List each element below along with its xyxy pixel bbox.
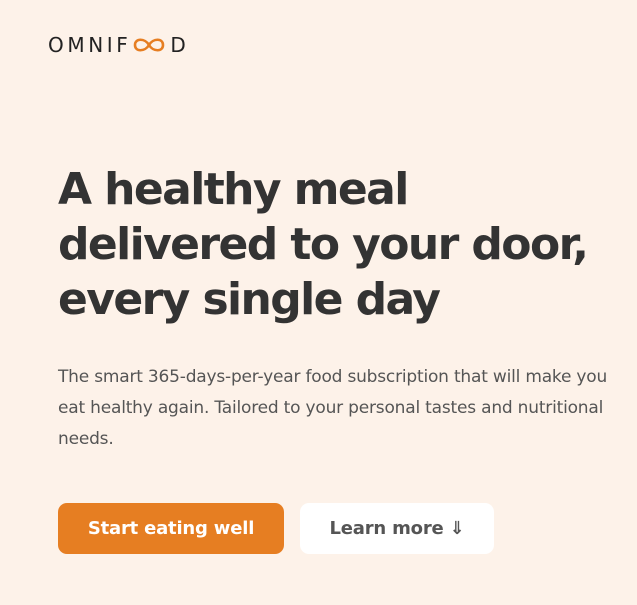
hero-description: The smart 365-days-per-year food subscri…	[58, 367, 608, 449]
brand-logo[interactable]: OMNIF D	[48, 31, 189, 59]
logo-text-suffix: D	[170, 33, 190, 57]
learn-more-button[interactable]: Learn more ⇓	[300, 503, 494, 554]
start-eating-well-button[interactable]: Start eating well	[58, 503, 284, 554]
hero-heading: A healthy meal delivered to your door, e…	[58, 164, 589, 325]
infinity-icon	[134, 38, 165, 52]
logo-text-prefix: OMNIF	[48, 33, 132, 57]
hero-section: A healthy meal delivered to your door, e…	[58, 162, 637, 327]
